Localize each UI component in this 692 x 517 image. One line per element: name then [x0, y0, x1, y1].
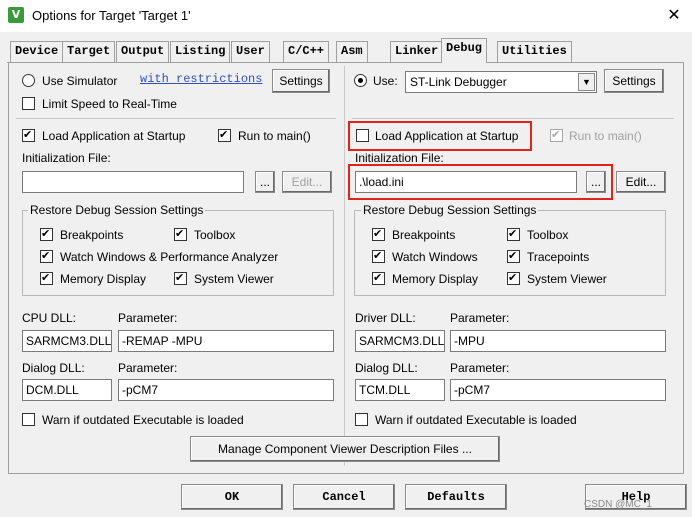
- cancel-button[interactable]: Cancel: [293, 484, 395, 510]
- column-divider: [344, 66, 345, 466]
- driver-dll-label: Driver DLL:: [355, 311, 416, 325]
- left-dialog-dll-label: Dialog DLL:: [22, 361, 85, 375]
- right-dialog-param-label: Parameter:: [450, 361, 510, 375]
- window-title: Options for Target 'Target 1': [32, 8, 191, 23]
- right-divider: [352, 118, 674, 119]
- use-simulator-radio[interactable]: [22, 74, 35, 87]
- left-memory-display-checkbox[interactable]: [40, 271, 53, 285]
- right-tracepoints-checkbox[interactable]: [507, 249, 520, 263]
- right-warn-label: Warn if outdated Executable is loaded: [375, 413, 577, 427]
- left-watch-windows-checkbox[interactable]: [40, 249, 53, 263]
- left-toolbox-label: Toolbox: [194, 228, 236, 242]
- right-load-app-checkbox[interactable]: [356, 129, 369, 142]
- limit-speed-label: Limit Speed to Real-Time: [42, 97, 177, 111]
- right-breakpoints-checkbox[interactable]: [372, 227, 385, 241]
- left-watch-windows-label: Watch Windows & Performance Analyzer: [60, 250, 279, 264]
- ok-button[interactable]: OK: [181, 484, 283, 510]
- left-breakpoints-label: Breakpoints: [60, 228, 124, 242]
- tab-listing[interactable]: Listing: [170, 41, 231, 62]
- right-restore-title: Restore Debug Session Settings: [361, 203, 539, 217]
- with-restrictions-link[interactable]: with restrictions: [140, 72, 262, 86]
- right-warn-checkbox[interactable]: [355, 413, 368, 426]
- tab-output[interactable]: Output: [116, 41, 170, 62]
- driver-param-label: Parameter:: [450, 311, 510, 325]
- use-simulator-label: Use Simulator: [42, 74, 118, 88]
- right-run-to-main-checkbox[interactable]: [550, 128, 563, 142]
- left-run-to-main-checkbox[interactable]: [218, 128, 231, 142]
- right-browse-button[interactable]: ...: [586, 171, 606, 193]
- left-run-to-main-label: Run to main(): [238, 129, 311, 143]
- watermark: CSDN @MC_1: [584, 499, 652, 510]
- left-edit-button[interactable]: Edit...: [282, 171, 332, 193]
- left-init-file-label: Initialization File:: [22, 151, 111, 165]
- left-restore-title: Restore Debug Session Settings: [28, 203, 206, 217]
- right-toolbox-label: Toolbox: [527, 228, 569, 242]
- chevron-down-icon[interactable]: ▼: [578, 73, 595, 91]
- right-memory-display-label: Memory Display: [392, 272, 479, 286]
- tab-device[interactable]: Device: [10, 41, 64, 62]
- left-browse-button[interactable]: ...: [255, 171, 275, 193]
- left-toolbox-checkbox[interactable]: [174, 227, 187, 241]
- manage-component-viewer-button[interactable]: Manage Component Viewer Description File…: [190, 436, 500, 462]
- driver-dll-input[interactable]: SARMCM3.DLL: [355, 330, 445, 352]
- app-icon: V: [8, 7, 24, 23]
- right-system-viewer-checkbox[interactable]: [507, 271, 520, 285]
- tab-asm[interactable]: Asm: [336, 41, 368, 62]
- right-watch-windows-checkbox[interactable]: [372, 249, 385, 263]
- debugger-select[interactable]: ST-Link Debugger: [405, 71, 597, 93]
- left-breakpoints-checkbox[interactable]: [40, 227, 53, 241]
- left-divider: [16, 118, 336, 119]
- tab-cc[interactable]: C/C++: [283, 41, 330, 62]
- right-toolbox-checkbox[interactable]: [507, 227, 520, 241]
- right-init-file-input[interactable]: .\load.ini: [355, 171, 577, 193]
- left-dialog-param-input[interactable]: -pCM7: [118, 379, 334, 401]
- left-load-app-checkbox[interactable]: [22, 128, 35, 142]
- cpu-param-input[interactable]: -REMAP -MPU: [118, 330, 334, 352]
- left-system-viewer-checkbox[interactable]: [174, 271, 187, 285]
- tab-target[interactable]: Target: [62, 41, 116, 62]
- cpu-dll-label: CPU DLL:: [22, 311, 77, 325]
- tab-debug[interactable]: Debug: [441, 38, 488, 63]
- left-load-app-label: Load Application at Startup: [42, 129, 186, 143]
- tab-utilities[interactable]: Utilities: [497, 41, 572, 62]
- right-load-app-label: Load Application at Startup: [375, 129, 519, 143]
- right-run-to-main-label: Run to main(): [569, 129, 642, 143]
- right-memory-display-checkbox[interactable]: [372, 271, 385, 285]
- right-tracepoints-label: Tracepoints: [527, 250, 590, 264]
- right-edit-button[interactable]: Edit...: [616, 171, 666, 193]
- cpu-param-label: Parameter:: [118, 311, 178, 325]
- left-settings-button[interactable]: Settings: [272, 69, 330, 93]
- cpu-dll-input[interactable]: SARMCM3.DLL: [22, 330, 112, 352]
- right-dialog-dll-input[interactable]: TCM.DLL: [355, 379, 445, 401]
- right-init-file-label: Initialization File:: [355, 151, 444, 165]
- left-system-viewer-label: System Viewer: [194, 272, 274, 286]
- left-dialog-dll-input[interactable]: DCM.DLL: [22, 379, 112, 401]
- right-dialog-param-input[interactable]: -pCM7: [450, 379, 666, 401]
- left-warn-checkbox[interactable]: [22, 413, 35, 426]
- use-debugger-radio[interactable]: [354, 74, 367, 87]
- close-icon[interactable]: ✕: [662, 5, 686, 27]
- right-system-viewer-label: System Viewer: [527, 272, 607, 286]
- left-warn-label: Warn if outdated Executable is loaded: [42, 413, 244, 427]
- tab-user[interactable]: User: [231, 41, 270, 62]
- left-dialog-param-label: Parameter:: [118, 361, 178, 375]
- right-settings-button[interactable]: Settings: [604, 69, 664, 93]
- right-breakpoints-label: Breakpoints: [392, 228, 456, 242]
- defaults-button[interactable]: Defaults: [405, 484, 507, 510]
- left-init-file-input[interactable]: [22, 171, 244, 193]
- left-memory-display-label: Memory Display: [60, 272, 147, 286]
- right-watch-windows-label: Watch Windows: [392, 250, 478, 264]
- tab-linker[interactable]: Linker: [390, 41, 444, 62]
- limit-speed-checkbox[interactable]: [22, 97, 35, 110]
- use-label: Use:: [373, 74, 398, 88]
- right-dialog-dll-label: Dialog DLL:: [355, 361, 418, 375]
- driver-param-input[interactable]: -MPU: [450, 330, 666, 352]
